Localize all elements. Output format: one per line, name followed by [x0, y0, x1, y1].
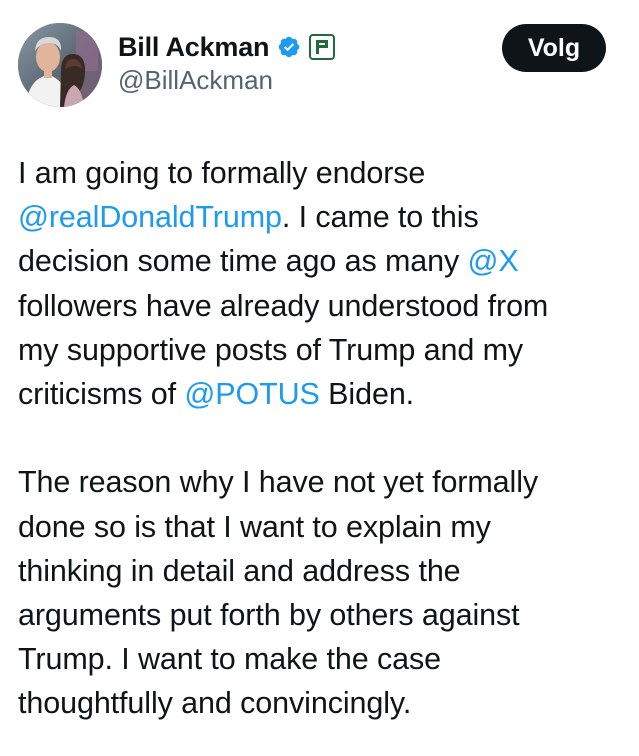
- post-text-segment: thoughtfully and convincingly.: [18, 686, 412, 721]
- post-line: Trump. I want to make the case: [18, 637, 618, 681]
- post-line: @realDonaldTrump. I came to this: [18, 195, 618, 239]
- post-text-segment: The reason why I have not yet formally: [18, 465, 539, 500]
- post-text-segment: my supportive posts of Trump and my: [18, 332, 524, 367]
- post-line: The reason why I have not yet formally: [18, 460, 618, 504]
- post-line: thoughtfully and convincingly.: [18, 681, 618, 725]
- display-name[interactable]: Bill Ackman: [118, 32, 270, 63]
- post-text-segment: thinking in detail and address the: [18, 553, 461, 588]
- follow-button[interactable]: Volg: [502, 24, 606, 72]
- mention-link[interactable]: @X: [468, 244, 519, 278]
- post-card: Bill Ackman @BillAckman Volg I am going …: [0, 0, 639, 756]
- post-line: thinking in detail and address the: [18, 549, 618, 593]
- post-line: decision some time ago as many @X: [18, 239, 618, 283]
- author-handle[interactable]: @BillAckman: [118, 65, 273, 96]
- post-line: criticisms of @POTUS Biden.: [18, 372, 618, 416]
- post-text-segment: done so is that I want to explain my: [18, 509, 491, 544]
- post-text-segment: Trump. I want to make the case: [18, 642, 442, 677]
- author-name-row: Bill Ackman: [118, 31, 336, 63]
- post-text-segment: followers have already understood from: [18, 288, 549, 323]
- post-text: I am going to formally endorse @realDona…: [18, 151, 618, 725]
- post-line: my supportive posts of Trump and my: [18, 328, 618, 372]
- post-line: followers have already understood from: [18, 284, 618, 328]
- post-line: I am going to formally endorse: [18, 151, 618, 195]
- mention-link[interactable]: @POTUS: [184, 377, 320, 411]
- avatar-photo: [18, 23, 102, 107]
- post-text-segment: criticisms of: [18, 376, 185, 411]
- post-text-segment: I am going to formally endorse: [18, 156, 426, 190]
- post-line: done so is that I want to explain my: [18, 505, 618, 549]
- post-text-segment: . I came to this: [281, 200, 479, 235]
- post-text-segment: decision some time ago as many: [18, 244, 468, 279]
- avatar[interactable]: [18, 23, 102, 107]
- mention-link[interactable]: @realDonaldTrump: [18, 200, 282, 234]
- post-text-segment: arguments put forth by others against: [18, 597, 520, 632]
- post-text-segment: Biden.: [319, 376, 415, 411]
- verified-badge-icon[interactable]: [277, 35, 301, 59]
- post-line: arguments put forth by others against: [18, 593, 618, 637]
- pershing-square-affiliate-icon[interactable]: [309, 34, 336, 60]
